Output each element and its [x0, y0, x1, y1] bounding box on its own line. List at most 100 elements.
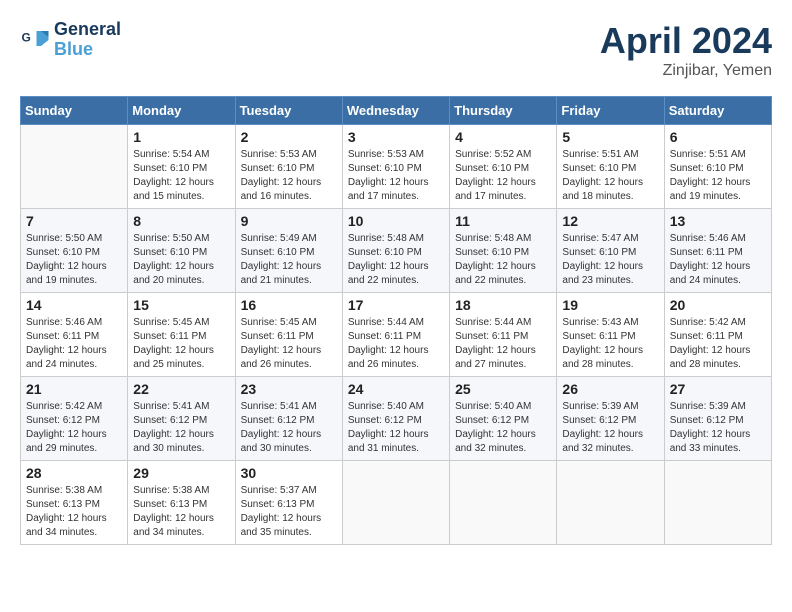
column-header-wednesday: Wednesday — [342, 97, 449, 125]
day-info: Sunrise: 5:51 AM Sunset: 6:10 PM Dayligh… — [562, 148, 658, 204]
day-number: 2 — [241, 129, 337, 145]
day-number: 11 — [455, 213, 551, 229]
day-number: 30 — [241, 465, 337, 481]
day-info: Sunrise: 5:40 AM Sunset: 6:12 PM Dayligh… — [455, 400, 551, 456]
calendar-cell: 15 Sunrise: 5:45 AM Sunset: 6:11 PM Dayli… — [128, 293, 235, 377]
calendar-cell: 10 Sunrise: 5:48 AM Sunset: 6:10 PM Dayli… — [342, 209, 449, 293]
calendar-cell: 7 Sunrise: 5:50 AM Sunset: 6:10 PM Daylig… — [21, 209, 128, 293]
day-number: 17 — [348, 297, 444, 313]
day-number: 3 — [348, 129, 444, 145]
day-info: Sunrise: 5:46 AM Sunset: 6:11 PM Dayligh… — [670, 232, 766, 288]
day-info: Sunrise: 5:54 AM Sunset: 6:10 PM Dayligh… — [133, 148, 229, 204]
calendar-cell: 24 Sunrise: 5:40 AM Sunset: 6:12 PM Dayli… — [342, 377, 449, 461]
calendar-cell: 1 Sunrise: 5:54 AM Sunset: 6:10 PM Daylig… — [128, 125, 235, 209]
day-number: 15 — [133, 297, 229, 313]
week-row-1: 1 Sunrise: 5:54 AM Sunset: 6:10 PM Daylig… — [21, 125, 772, 209]
calendar-cell: 3 Sunrise: 5:53 AM Sunset: 6:10 PM Daylig… — [342, 125, 449, 209]
calendar-header-row: SundayMondayTuesdayWednesdayThursdayFrid… — [21, 97, 772, 125]
day-number: 4 — [455, 129, 551, 145]
calendar-cell: 2 Sunrise: 5:53 AM Sunset: 6:10 PM Daylig… — [235, 125, 342, 209]
day-number: 27 — [670, 381, 766, 397]
calendar-cell: 16 Sunrise: 5:45 AM Sunset: 6:11 PM Dayli… — [235, 293, 342, 377]
day-info: Sunrise: 5:39 AM Sunset: 6:12 PM Dayligh… — [670, 400, 766, 456]
calendar-cell: 6 Sunrise: 5:51 AM Sunset: 6:10 PM Daylig… — [664, 125, 771, 209]
day-info: Sunrise: 5:41 AM Sunset: 6:12 PM Dayligh… — [133, 400, 229, 456]
day-number: 22 — [133, 381, 229, 397]
calendar-cell: 4 Sunrise: 5:52 AM Sunset: 6:10 PM Daylig… — [450, 125, 557, 209]
day-info: Sunrise: 5:53 AM Sunset: 6:10 PM Dayligh… — [241, 148, 337, 204]
column-header-saturday: Saturday — [664, 97, 771, 125]
day-info: Sunrise: 5:51 AM Sunset: 6:10 PM Dayligh… — [670, 148, 766, 204]
calendar-cell: 13 Sunrise: 5:46 AM Sunset: 6:11 PM Dayli… — [664, 209, 771, 293]
day-info: Sunrise: 5:42 AM Sunset: 6:11 PM Dayligh… — [670, 316, 766, 372]
day-info: Sunrise: 5:50 AM Sunset: 6:10 PM Dayligh… — [26, 232, 122, 288]
calendar-cell — [450, 461, 557, 545]
day-number: 26 — [562, 381, 658, 397]
day-number: 23 — [241, 381, 337, 397]
calendar-cell: 23 Sunrise: 5:41 AM Sunset: 6:12 PM Dayli… — [235, 377, 342, 461]
day-number: 16 — [241, 297, 337, 313]
day-info: Sunrise: 5:53 AM Sunset: 6:10 PM Dayligh… — [348, 148, 444, 204]
day-info: Sunrise: 5:43 AM Sunset: 6:11 PM Dayligh… — [562, 316, 658, 372]
column-header-sunday: Sunday — [21, 97, 128, 125]
day-number: 13 — [670, 213, 766, 229]
calendar-cell: 8 Sunrise: 5:50 AM Sunset: 6:10 PM Daylig… — [128, 209, 235, 293]
day-number: 25 — [455, 381, 551, 397]
month-title: April 2024 — [600, 20, 772, 62]
day-info: Sunrise: 5:39 AM Sunset: 6:12 PM Dayligh… — [562, 400, 658, 456]
svg-text:G: G — [22, 30, 31, 44]
location-subtitle: Zinjibar, Yemen — [600, 62, 772, 80]
day-info: Sunrise: 5:52 AM Sunset: 6:10 PM Dayligh… — [455, 148, 551, 204]
day-number: 7 — [26, 213, 122, 229]
page-header: G GeneralBlue April 2024 Zinjibar, Yemen — [20, 20, 772, 80]
calendar-cell: 12 Sunrise: 5:47 AM Sunset: 6:10 PM Dayli… — [557, 209, 664, 293]
column-header-friday: Friday — [557, 97, 664, 125]
day-number: 12 — [562, 213, 658, 229]
day-number: 6 — [670, 129, 766, 145]
day-number: 21 — [26, 381, 122, 397]
calendar-cell: 9Sunrise: 5:49 AM Sunset: 6:10 PM Daylig… — [235, 209, 342, 293]
column-header-monday: Monday — [128, 97, 235, 125]
day-info: Sunrise: 5:41 AM Sunset: 6:12 PM Dayligh… — [241, 400, 337, 456]
day-info: Sunrise: 5:40 AM Sunset: 6:12 PM Dayligh… — [348, 400, 444, 456]
column-header-tuesday: Tuesday — [235, 97, 342, 125]
day-number: 1 — [133, 129, 229, 145]
calendar-cell — [21, 125, 128, 209]
day-number: 14 — [26, 297, 122, 313]
day-info: Sunrise: 5:50 AM Sunset: 6:10 PM Dayligh… — [133, 232, 229, 288]
calendar-cell — [342, 461, 449, 545]
day-number: 24 — [348, 381, 444, 397]
calendar-cell: 20 Sunrise: 5:42 AM Sunset: 6:11 PM Dayli… — [664, 293, 771, 377]
calendar-cell: 14Sunrise: 5:46 AM Sunset: 6:11 PM Dayli… — [21, 293, 128, 377]
column-header-thursday: Thursday — [450, 97, 557, 125]
day-number: 10 — [348, 213, 444, 229]
week-row-5: 28 Sunrise: 5:38 AM Sunset: 6:13 PM Dayli… — [21, 461, 772, 545]
day-number: 29 — [133, 465, 229, 481]
calendar-cell: 5 Sunrise: 5:51 AM Sunset: 6:10 PM Daylig… — [557, 125, 664, 209]
day-info: Sunrise: 5:49 AM Sunset: 6:10 PM Dayligh… — [241, 232, 337, 288]
day-number: 19 — [562, 297, 658, 313]
day-number: 28 — [26, 465, 122, 481]
calendar-cell: 29 Sunrise: 5:38 AM Sunset: 6:13 PM Dayli… — [128, 461, 235, 545]
day-number: 8 — [133, 213, 229, 229]
day-number: 20 — [670, 297, 766, 313]
calendar-cell: 28 Sunrise: 5:38 AM Sunset: 6:13 PM Dayli… — [21, 461, 128, 545]
day-info: Sunrise: 5:45 AM Sunset: 6:11 PM Dayligh… — [241, 316, 337, 372]
calendar-cell — [664, 461, 771, 545]
day-info: Sunrise: 5:45 AM Sunset: 6:11 PM Dayligh… — [133, 316, 229, 372]
day-info: Sunrise: 5:47 AM Sunset: 6:10 PM Dayligh… — [562, 232, 658, 288]
day-number: 5 — [562, 129, 658, 145]
calendar-cell: 18 Sunrise: 5:44 AM Sunset: 6:11 PM Dayli… — [450, 293, 557, 377]
logo-icon: G — [20, 25, 50, 55]
calendar-table: SundayMondayTuesdayWednesdayThursdayFrid… — [20, 96, 772, 545]
day-info: Sunrise: 5:48 AM Sunset: 6:10 PM Dayligh… — [348, 232, 444, 288]
day-info: Sunrise: 5:38 AM Sunset: 6:13 PM Dayligh… — [26, 484, 122, 540]
calendar-cell: 25 Sunrise: 5:40 AM Sunset: 6:12 PM Dayli… — [450, 377, 557, 461]
week-row-2: 7 Sunrise: 5:50 AM Sunset: 6:10 PM Daylig… — [21, 209, 772, 293]
calendar-cell: 30Sunrise: 5:37 AM Sunset: 6:13 PM Dayli… — [235, 461, 342, 545]
week-row-4: 21Sunrise: 5:42 AM Sunset: 6:12 PM Dayli… — [21, 377, 772, 461]
day-number: 18 — [455, 297, 551, 313]
day-info: Sunrise: 5:44 AM Sunset: 6:11 PM Dayligh… — [455, 316, 551, 372]
calendar-cell: 17Sunrise: 5:44 AM Sunset: 6:11 PM Dayli… — [342, 293, 449, 377]
day-info: Sunrise: 5:38 AM Sunset: 6:13 PM Dayligh… — [133, 484, 229, 540]
